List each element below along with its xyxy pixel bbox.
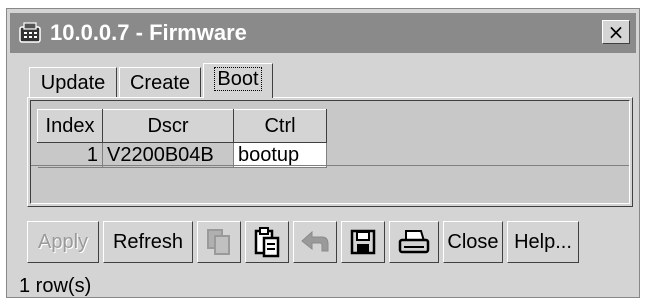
window-title: 10.0.0.7 - Firmware <box>50 20 247 45</box>
tab-panel: Index Dscr Ctrl 1 V2200B04B bootup <box>27 97 633 207</box>
undo-button[interactable] <box>293 221 337 263</box>
tab-boot[interactable]: Boot <box>203 63 273 98</box>
tab-create[interactable]: Create <box>119 67 201 97</box>
column-header-dscr[interactable]: Dscr <box>102 109 234 143</box>
help-button[interactable]: Help... <box>507 221 579 263</box>
column-header-ctrl[interactable]: Ctrl <box>233 109 327 143</box>
save-icon <box>350 229 376 255</box>
tab-update-label: Update <box>40 72 106 94</box>
cell-index[interactable]: 1 <box>37 142 103 168</box>
tab-update[interactable]: Update <box>29 67 117 97</box>
tab-create-label: Create <box>129 72 191 94</box>
table-row[interactable]: 1 V2200B04B bootup <box>37 142 327 168</box>
paste-button[interactable] <box>245 221 289 263</box>
tab-boot-label: Boot <box>214 67 262 91</box>
cell-dscr[interactable]: V2200B04B <box>102 142 234 168</box>
copy-icon <box>207 229 230 255</box>
refresh-button[interactable]: Refresh <box>103 221 193 263</box>
close-window-button[interactable]: × <box>602 20 630 44</box>
copy-button[interactable] <box>197 221 241 263</box>
paste-icon <box>254 227 280 258</box>
print-button[interactable] <box>389 221 439 263</box>
undo-icon <box>301 230 329 252</box>
apply-button[interactable]: Apply <box>27 221 99 263</box>
status-text: 1 row(s) <box>19 275 92 297</box>
firmware-device-icon <box>18 21 42 45</box>
save-button[interactable] <box>341 221 385 263</box>
cell-ctrl[interactable]: bootup <box>233 142 327 168</box>
title-bar[interactable]: 10.0.0.7 - Firmware × <box>10 13 636 53</box>
grid-divider <box>31 165 629 166</box>
firmware-window: 10.0.0.7 - Firmware × Update Create Boot… <box>6 8 640 298</box>
boot-table[interactable]: Index Dscr Ctrl 1 V2200B04B bootup <box>30 100 630 204</box>
close-button[interactable]: Close <box>443 221 503 263</box>
print-icon <box>398 230 430 254</box>
column-header-index[interactable]: Index <box>37 109 103 143</box>
